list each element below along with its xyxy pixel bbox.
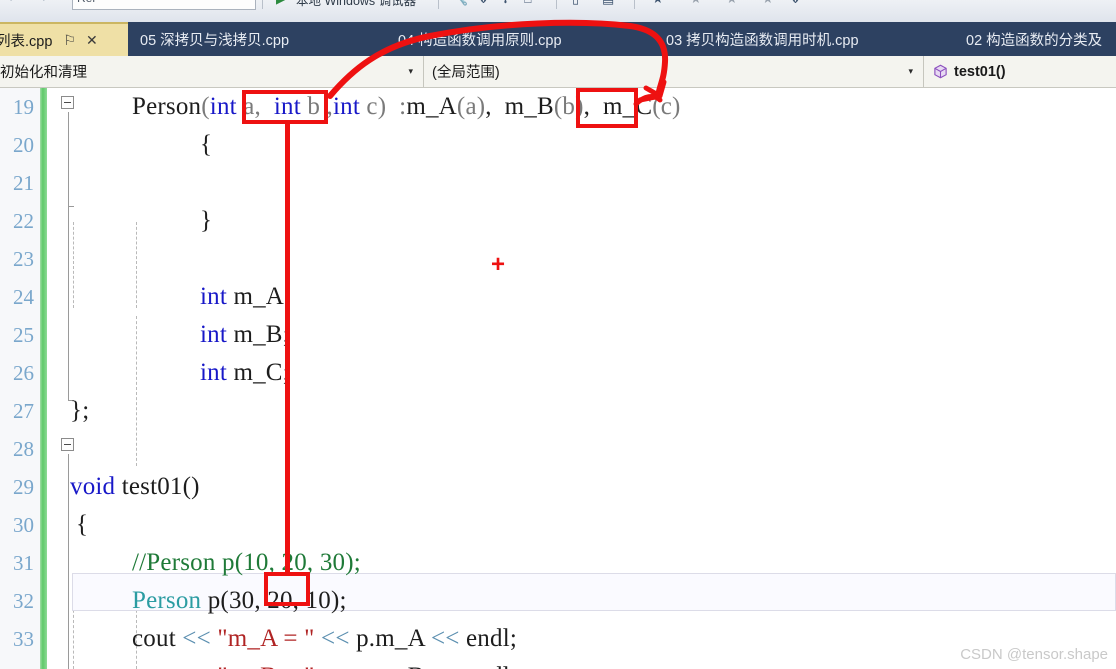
watermark: CSDN @tensor.shape [960, 646, 1108, 663]
start-debug-icon[interactable]: ▶ [276, 0, 286, 7]
project-scope-value: 初始化和清理 [0, 65, 87, 81]
line-number: 21 [13, 171, 34, 195]
tab-label: 04 构造函数调用原则.cpp [398, 32, 562, 49]
chevron-down-icon[interactable]: ▾ [402, 66, 423, 77]
code-line-35[interactable]: cout << "m_B = " << p.m_B << endl; [132, 658, 517, 669]
code-line-29[interactable]: void test01() [70, 468, 200, 506]
tab-label: 05 深拷贝与浅拷贝.cpp [140, 32, 290, 49]
global-scope-dropdown[interactable]: (全局范围) ▾ [424, 56, 924, 87]
tab-04-ctor-call-rules[interactable]: 04 构造函数调用原则.cpp [392, 22, 568, 56]
line-number: 19 [13, 95, 34, 119]
overflow-icon[interactable]: ⇓ [790, 0, 801, 7]
code-line-24[interactable]: int m_A; [200, 278, 291, 316]
toolbar-separator [556, 0, 557, 9]
bookmark-prev-icon[interactable]: ★ [690, 0, 702, 7]
step-over-icon[interactable]: ⇓ [478, 0, 489, 7]
line-number: 24 [13, 285, 34, 309]
vs-editor-screenshot: ↶ ↷ Rel ▶ 本地 Windows 调试器 🔧 ⇓ ✢ ⎕ ▯ ▤ ★ ★… [0, 0, 1116, 669]
panel-left-icon[interactable]: ▯ [572, 0, 579, 7]
line-number: 22 [13, 209, 34, 233]
change-tracking-bar [40, 88, 47, 669]
step-into-icon[interactable]: ✢ [500, 0, 511, 7]
line-number-gutter: 19 20 21 22 23 24 25 26 27 28 29 30 31 3… [0, 88, 40, 669]
editor-navigation-bar: 初始化和清理 ▾ (全局范围) ▾ test01() [0, 56, 1116, 88]
project-scope-dropdown[interactable]: 初始化和清理 ▾ [0, 56, 424, 87]
line-number: 27 [13, 399, 34, 423]
redo-icon[interactable]: ↷ [36, 0, 47, 7]
line-number: 26 [13, 361, 34, 385]
toolbar-separator [634, 0, 635, 9]
tab-label: 02 构造函数的分类及 [966, 32, 1103, 49]
bookmark-next-icon[interactable]: ★ [726, 0, 738, 7]
code-line-27[interactable]: }; [70, 392, 89, 430]
code-line-31[interactable]: //Person p(10, 20, 30); [132, 544, 361, 582]
code-text-layer[interactable]: Person(int a, int b ,int c) :m_A(a), m_B… [64, 88, 1116, 669]
solution-config-combo[interactable]: Rel [72, 0, 256, 10]
indent-guide [136, 316, 137, 466]
code-line-25[interactable]: int m_B; [200, 316, 290, 354]
toolbar-separator [262, 0, 263, 9]
code-line-33[interactable]: Person p(30, 20, 10); [132, 582, 347, 620]
line-number: 31 [13, 551, 34, 575]
line-number: 20 [13, 133, 34, 157]
member-scope-value: test01() [954, 63, 1006, 80]
indent-guide [73, 222, 74, 308]
indent-guide [136, 222, 137, 308]
pin-icon[interactable]: ⚐ [58, 33, 81, 47]
line-number: 34 [0, 658, 34, 669]
bookmark-clear-icon[interactable]: ★ [762, 0, 774, 7]
code-line-19[interactable]: Person(int a, int b ,int c) :m_A(a), m_B… [132, 88, 681, 126]
line-number: 23 [13, 247, 34, 271]
close-icon[interactable]: ✕ [81, 33, 103, 47]
tab-03-copy-ctor-timing[interactable]: 03 拷贝构造函数调用时机.cpp [660, 22, 865, 56]
code-line-34[interactable]: cout << "m_A = " << p.m_A << endl; [132, 620, 517, 658]
tab-05-deep-shallow-copy[interactable]: 05 深拷贝与浅拷贝.cpp [134, 22, 295, 56]
line-number: 30 [13, 513, 34, 537]
line-number: 29 [13, 475, 34, 499]
tab-label: 03 拷贝构造函数调用时机.cpp [666, 32, 859, 49]
tab-02-ctor-categories[interactable]: 02 构造函数的分类及 [960, 22, 1108, 56]
member-scope-dropdown[interactable]: test01() [924, 56, 1116, 87]
tab-label: 列表.cpp [0, 33, 53, 50]
global-scope-value: (全局范围) [432, 65, 500, 81]
line-number: 25 [13, 323, 34, 347]
code-line-20[interactable]: { [200, 126, 212, 164]
chevron-down-icon[interactable]: ▾ [902, 66, 923, 77]
bookmark-icon[interactable]: ★ [652, 0, 664, 7]
hotfix-icon[interactable]: 🔧 [452, 0, 468, 7]
code-line-26[interactable]: int m_C; [200, 354, 290, 392]
code-line-30[interactable]: { [76, 506, 88, 544]
code-editor[interactable]: 19 20 21 22 23 24 25 26 27 28 29 30 31 3… [0, 88, 1116, 669]
tab-active-file[interactable]: 列表.cpp ⚐ ✕ [0, 22, 128, 56]
toolbar-separator [438, 0, 439, 9]
panel-bottom-icon[interactable]: ▤ [602, 0, 614, 7]
main-toolbar: ↶ ↷ Rel ▶ 本地 Windows 调试器 🔧 ⇓ ✢ ⎕ ▯ ▤ ★ ★… [0, 0, 1116, 23]
method-cube-icon [933, 64, 948, 79]
line-number: 28 [13, 437, 34, 461]
document-tab-bar: 列表.cpp ⚐ ✕ 05 深拷贝与浅拷贝.cpp 04 构造函数调用原则.cp… [0, 22, 1116, 56]
line-number: 33 [13, 627, 34, 651]
line-number: 32 [13, 589, 34, 613]
solution-config-value: Rel [73, 0, 255, 8]
window-icon[interactable]: ⎕ [524, 0, 532, 7]
code-line-22[interactable]: } [200, 202, 212, 240]
start-debug-label[interactable]: 本地 Windows 调试器 [296, 0, 416, 9]
undo-icon[interactable]: ↶ [8, 0, 19, 7]
